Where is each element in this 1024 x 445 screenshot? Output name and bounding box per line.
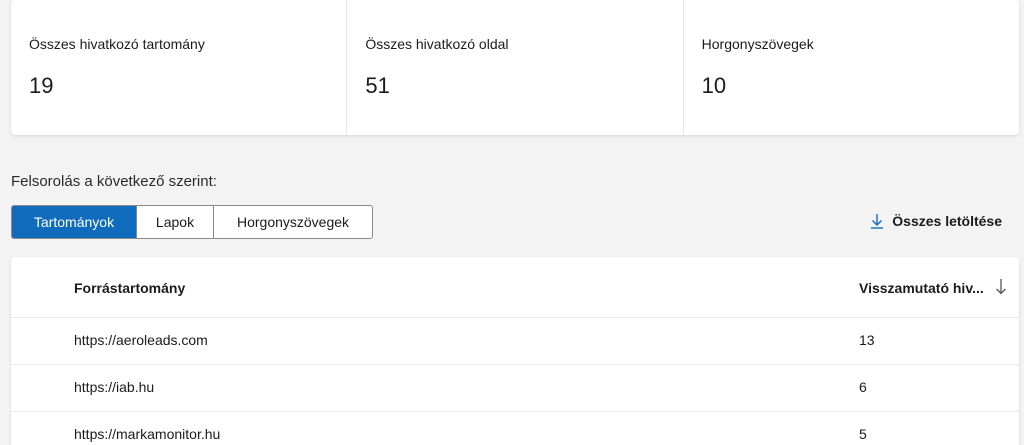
summary-card-referring-pages: Összes hivatkozó oldal 51: [347, 0, 684, 135]
row-count: 5: [859, 426, 867, 442]
row-domain: https://iab.hu: [74, 379, 155, 395]
download-arrow-icon: [870, 213, 884, 229]
tab-anchor-texts[interactable]: Horgonyszövegek: [214, 206, 372, 238]
column-header-source-domain[interactable]: Forrástartomány: [74, 280, 185, 296]
summary-cards: Összes hivatkozó tartomány 19 Összes hiv…: [11, 0, 1019, 135]
tab-domains[interactable]: Tartományok: [12, 206, 137, 238]
table-row[interactable]: https://aeroleads.com 13: [11, 318, 1019, 365]
backlinks-table: Forrástartomány Visszamutató hiv... http…: [11, 257, 1019, 445]
download-all-label: Összes letöltése: [892, 213, 1002, 229]
summary-card-referring-domains: Összes hivatkozó tartomány 19: [11, 0, 348, 135]
download-all-button[interactable]: Összes letöltése: [870, 213, 1002, 229]
row-count: 13: [859, 332, 875, 348]
summary-card-anchor-texts: Horgonyszövegek 10: [684, 0, 1019, 135]
list-by-tabs: Tartományok Lapok Horgonyszövegek: [11, 205, 373, 239]
card-label: Összes hivatkozó oldal: [365, 36, 509, 52]
row-domain: https://markamonitor.hu: [74, 426, 221, 442]
tab-pages[interactable]: Lapok: [137, 206, 214, 238]
card-value: 51: [365, 73, 390, 98]
card-value: 19: [29, 73, 54, 98]
card-label: Horgonyszövegek: [701, 36, 814, 52]
row-count: 6: [859, 379, 867, 395]
backlinks-page: Összes hivatkozó tartomány 19 Összes hiv…: [0, 0, 1024, 445]
card-label: Összes hivatkozó tartomány: [29, 36, 205, 52]
table-row[interactable]: https://iab.hu 6: [11, 365, 1019, 412]
list-by-label: Felsorolás a következő szerint:: [11, 173, 217, 190]
column-header-backlinks[interactable]: Visszamutató hiv...: [859, 280, 984, 296]
card-value: 10: [701, 73, 727, 98]
arrow-down-icon[interactable]: [995, 278, 1007, 298]
table-row[interactable]: https://markamonitor.hu 5: [11, 412, 1019, 445]
row-domain: https://aeroleads.com: [74, 332, 208, 348]
table-header: Forrástartomány Visszamutató hiv...: [11, 257, 1019, 318]
